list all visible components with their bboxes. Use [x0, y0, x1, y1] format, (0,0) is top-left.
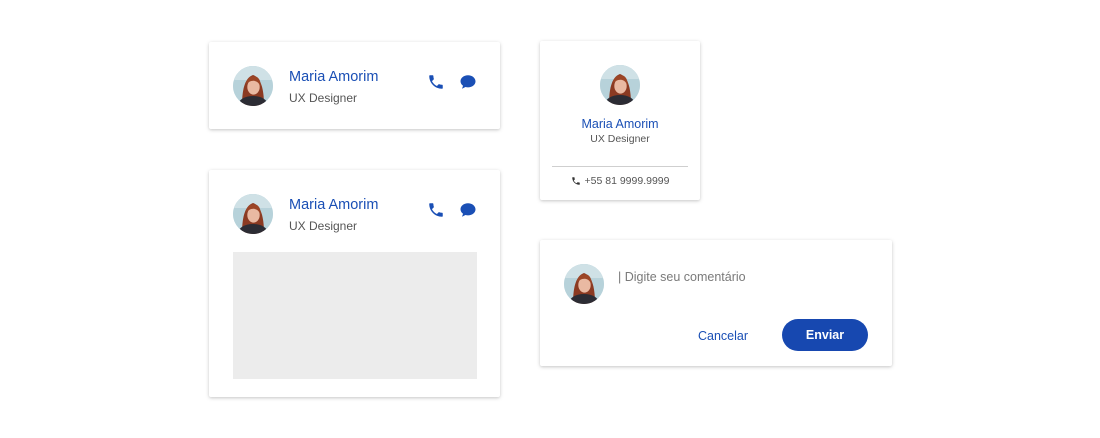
phone-icon[interactable]: [427, 73, 445, 91]
divider: [552, 166, 688, 167]
phone-icon[interactable]: [427, 201, 445, 219]
avatar: [600, 65, 640, 105]
profile-role: UX Designer: [590, 133, 650, 145]
media-card: Maria Amorim UX Designer: [209, 170, 500, 397]
send-button[interactable]: Enviar: [782, 319, 868, 351]
comment-card: Cancelar Enviar: [540, 240, 892, 366]
comment-input[interactable]: [618, 267, 868, 287]
avatar: [233, 66, 273, 106]
chat-bubble-icon[interactable]: [459, 73, 477, 91]
contact-card: Maria Amorim UX Designer: [209, 42, 500, 129]
chat-bubble-icon[interactable]: [459, 201, 477, 219]
avatar: [564, 264, 604, 304]
contact-role: UX Designer: [289, 219, 358, 233]
contact-name: Maria Amorim: [289, 197, 379, 213]
phone-icon: [571, 176, 581, 186]
profile-card: Maria Amorim UX Designer +55 81 9999.999…: [540, 41, 700, 200]
contact-name: Maria Amorim: [289, 69, 379, 85]
media-placeholder: [233, 252, 477, 379]
avatar: [233, 194, 273, 234]
phone-number-text: +55 81 9999.9999: [584, 175, 670, 187]
profile-name: Maria Amorim: [581, 117, 659, 131]
cancel-button[interactable]: Cancelar: [690, 325, 756, 347]
phone-number: +55 81 9999.9999: [540, 175, 700, 187]
contact-role: UX Designer: [289, 91, 358, 105]
